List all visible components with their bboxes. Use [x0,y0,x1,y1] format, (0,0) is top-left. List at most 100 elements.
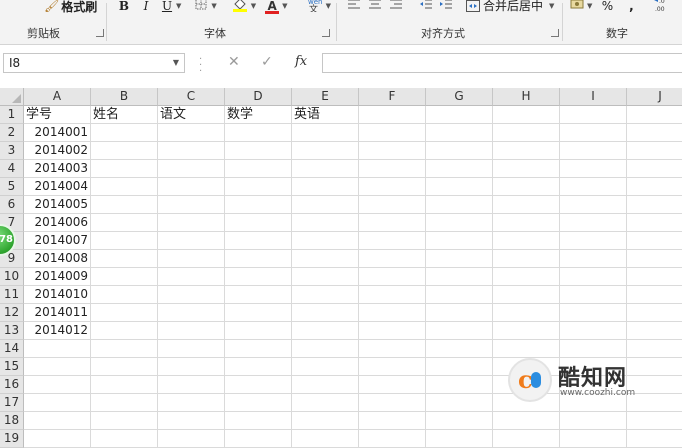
cell-e17[interactable] [292,394,359,412]
cell-d13[interactable] [225,322,292,340]
cell-f5[interactable] [359,178,426,196]
increase-decimal-button[interactable]: .0.00 [652,0,670,16]
comma-style-button[interactable]: , [624,0,638,14]
cell-i12[interactable] [560,304,627,322]
borders-dropdown-icon[interactable]: ▼ [211,2,216,10]
cell-d14[interactable] [225,340,292,358]
cell-g5[interactable] [426,178,493,196]
cell-h5[interactable] [493,178,560,196]
cell-a15[interactable] [24,358,91,376]
name-box[interactable]: I8 ▼ [3,53,185,73]
insert-function-button[interactable]: fx [295,54,307,69]
cell-e15[interactable] [292,358,359,376]
cell-a16[interactable] [24,376,91,394]
cell-g3[interactable] [426,142,493,160]
italic-button[interactable]: I [138,0,154,14]
cell-j9[interactable] [627,250,682,268]
cell-h19[interactable] [493,430,560,448]
cell-g1[interactable] [426,106,493,124]
phonetic-guide-button[interactable]: wén 文 [304,0,324,16]
cell-f7[interactable] [359,214,426,232]
cell-i7[interactable] [560,214,627,232]
cell-c6[interactable] [158,196,225,214]
cell-d3[interactable] [225,142,292,160]
cell-c1[interactable]: 语文 [158,106,225,124]
name-box-dropdown-icon[interactable]: ▼ [173,54,179,72]
cell-e18[interactable] [292,412,359,430]
cell-i2[interactable] [560,124,627,142]
cell-c8[interactable] [158,232,225,250]
decrease-indent-button[interactable] [418,0,434,14]
cell-f9[interactable] [359,250,426,268]
cell-f6[interactable] [359,196,426,214]
fill-color-button[interactable] [231,0,249,16]
cell-e19[interactable] [292,430,359,448]
cell-h8[interactable] [493,232,560,250]
cell-f10[interactable] [359,268,426,286]
column-header-f[interactable]: F [359,88,426,106]
cell-i1[interactable] [560,106,627,124]
cell-a12[interactable]: 2014011 [24,304,91,322]
cell-a11[interactable]: 2014010 [24,286,91,304]
alignment-launcher-icon[interactable] [551,29,559,37]
cell-f3[interactable] [359,142,426,160]
cell-c16[interactable] [158,376,225,394]
cell-g2[interactable] [426,124,493,142]
cell-f8[interactable] [359,232,426,250]
row-header-1[interactable]: 1 [0,106,24,124]
cell-e16[interactable] [292,376,359,394]
underline-button[interactable]: U [160,0,174,14]
cell-b9[interactable] [91,250,158,268]
font-launcher-icon[interactable] [322,29,330,37]
cell-f14[interactable] [359,340,426,358]
cell-a10[interactable]: 2014009 [24,268,91,286]
row-header-15[interactable]: 15 [0,358,24,376]
cell-g15[interactable] [426,358,493,376]
cell-j11[interactable] [627,286,682,304]
cancel-button[interactable]: ✕ [228,54,240,70]
cell-d5[interactable] [225,178,292,196]
cell-g13[interactable] [426,322,493,340]
cell-c5[interactable] [158,178,225,196]
cell-b14[interactable] [91,340,158,358]
cell-a6[interactable]: 2014005 [24,196,91,214]
enter-button[interactable]: ✓ [261,54,273,70]
column-header-g[interactable]: G [426,88,493,106]
cell-f4[interactable] [359,160,426,178]
cell-h13[interactable] [493,322,560,340]
cell-d10[interactable] [225,268,292,286]
merge-center-dropdown-icon[interactable]: ▼ [549,0,554,14]
cell-i11[interactable] [560,286,627,304]
underline-dropdown-icon[interactable]: ▼ [176,2,181,10]
cell-a2[interactable]: 2014001 [24,124,91,142]
row-header-19[interactable]: 19 [0,430,24,448]
cell-f16[interactable] [359,376,426,394]
cell-f19[interactable] [359,430,426,448]
cell-i19[interactable] [560,430,627,448]
cell-j2[interactable] [627,124,682,142]
cell-j18[interactable] [627,412,682,430]
cell-j5[interactable] [627,178,682,196]
cell-c19[interactable] [158,430,225,448]
cell-g18[interactable] [426,412,493,430]
cell-i6[interactable] [560,196,627,214]
cell-g16[interactable] [426,376,493,394]
cell-g4[interactable] [426,160,493,178]
cell-i8[interactable] [560,232,627,250]
cell-h11[interactable] [493,286,560,304]
cell-f17[interactable] [359,394,426,412]
cell-j10[interactable] [627,268,682,286]
cell-f1[interactable] [359,106,426,124]
column-header-c[interactable]: C [158,88,225,106]
cell-b11[interactable] [91,286,158,304]
cell-b8[interactable] [91,232,158,250]
cell-b19[interactable] [91,430,158,448]
font-color-dropdown-icon[interactable]: ▼ [282,2,287,10]
row-header-11[interactable]: 11 [0,286,24,304]
cell-b17[interactable] [91,394,158,412]
cell-a18[interactable] [24,412,91,430]
fill-color-dropdown-icon[interactable]: ▼ [251,2,256,10]
cell-f15[interactable] [359,358,426,376]
cell-c4[interactable] [158,160,225,178]
cell-g10[interactable] [426,268,493,286]
